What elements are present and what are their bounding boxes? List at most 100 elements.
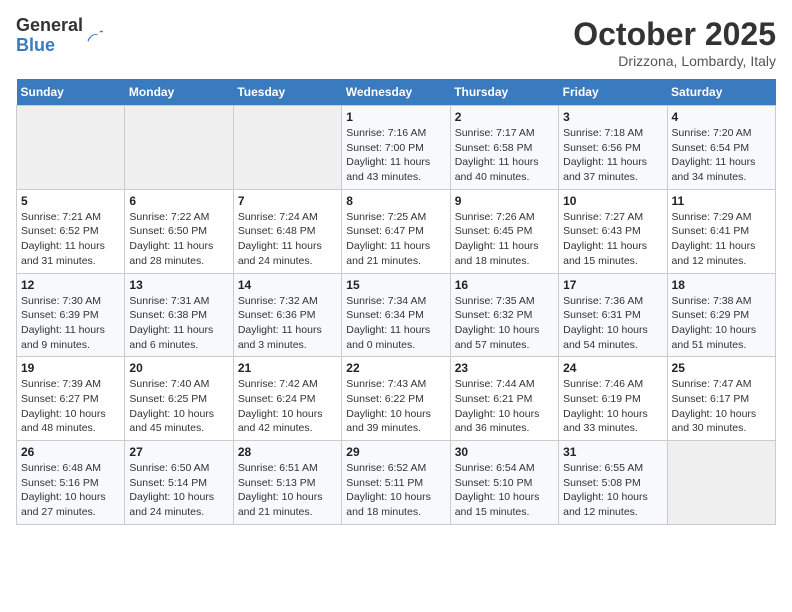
day-info: Sunrise: 6:54 AM Sunset: 5:10 PM Dayligh… (455, 461, 554, 520)
day-info: Sunrise: 7:18 AM Sunset: 6:56 PM Dayligh… (563, 126, 662, 185)
day-cell: 17 Sunrise: 7:36 AM Sunset: 6:31 PM Dayli… (559, 273, 667, 357)
day-number: 12 (21, 278, 120, 292)
day-number: 11 (672, 194, 771, 208)
day-number: 25 (672, 361, 771, 375)
day-cell: 2 Sunrise: 7:17 AM Sunset: 6:58 PM Daylig… (450, 106, 558, 190)
day-cell: 28 Sunrise: 6:51 AM Sunset: 5:13 PM Dayli… (233, 441, 341, 525)
day-number: 2 (455, 110, 554, 124)
day-number: 31 (563, 445, 662, 459)
day-info: Sunrise: 7:36 AM Sunset: 6:31 PM Dayligh… (563, 294, 662, 353)
week-row: 1Sunrise: 7:16 AM Sunset: 7:00 PM Daylig… (17, 106, 776, 190)
day-info: Sunrise: 7:42 AM Sunset: 6:24 PM Dayligh… (238, 377, 337, 436)
title-block: October 2025 Drizzona, Lombardy, Italy (573, 16, 776, 69)
day-number: 28 (238, 445, 337, 459)
day-cell: 8 Sunrise: 7:25 AM Sunset: 6:47 PM Daylig… (342, 189, 450, 273)
day-number: 8 (346, 194, 445, 208)
day-info: Sunrise: 6:50 AM Sunset: 5:14 PM Dayligh… (129, 461, 228, 520)
day-cell: 3 Sunrise: 7:18 AM Sunset: 6:56 PM Daylig… (559, 106, 667, 190)
week-row: 12 Sunrise: 7:30 AM Sunset: 6:39 PM Dayli… (17, 273, 776, 357)
day-info: Sunrise: 7:21 AM Sunset: 6:52 PM Dayligh… (21, 210, 120, 269)
day-number: 10 (563, 194, 662, 208)
day-number: 4 (672, 110, 771, 124)
header-day: Monday (125, 79, 233, 106)
day-info: Sunrise: 7:40 AM Sunset: 6:25 PM Dayligh… (129, 377, 228, 436)
day-cell (233, 106, 341, 190)
logo-general: General (16, 16, 83, 36)
calendar-table: SundayMondayTuesdayWednesdayThursdayFrid… (16, 79, 776, 525)
day-number: 29 (346, 445, 445, 459)
day-cell: 20 Sunrise: 7:40 AM Sunset: 6:25 PM Dayli… (125, 357, 233, 441)
day-number: 6 (129, 194, 228, 208)
day-info: Sunrise: 7:20 AM Sunset: 6:54 PM Dayligh… (672, 126, 771, 185)
logo-blue: Blue (16, 36, 83, 56)
day-info: Sunrise: 6:55 AM Sunset: 5:08 PM Dayligh… (563, 461, 662, 520)
day-cell (17, 106, 125, 190)
header-day: Wednesday (342, 79, 450, 106)
day-number: 23 (455, 361, 554, 375)
day-number: 3 (563, 110, 662, 124)
day-cell: 27 Sunrise: 6:50 AM Sunset: 5:14 PM Dayli… (125, 441, 233, 525)
day-cell: 24Sunrise: 7:46 AM Sunset: 6:19 PM Dayli… (559, 357, 667, 441)
day-number: 30 (455, 445, 554, 459)
day-number: 21 (238, 361, 337, 375)
week-row: 19Sunrise: 7:39 AM Sunset: 6:27 PM Dayli… (17, 357, 776, 441)
day-cell: 25Sunrise: 7:47 AM Sunset: 6:17 PM Dayli… (667, 357, 775, 441)
day-cell: 12 Sunrise: 7:30 AM Sunset: 6:39 PM Dayli… (17, 273, 125, 357)
day-cell: 4 Sunrise: 7:20 AM Sunset: 6:54 PM Daylig… (667, 106, 775, 190)
day-cell: 15 Sunrise: 7:34 AM Sunset: 6:34 PM Dayli… (342, 273, 450, 357)
header-day: Sunday (17, 79, 125, 106)
day-number: 5 (21, 194, 120, 208)
day-number: 26 (21, 445, 120, 459)
day-number: 17 (563, 278, 662, 292)
day-cell (667, 441, 775, 525)
logo-icon (85, 26, 105, 46)
day-info: Sunrise: 6:51 AM Sunset: 5:13 PM Dayligh… (238, 461, 337, 520)
day-cell: 19Sunrise: 7:39 AM Sunset: 6:27 PM Dayli… (17, 357, 125, 441)
day-number: 19 (21, 361, 120, 375)
week-row: 5 Sunrise: 7:21 AM Sunset: 6:52 PM Daylig… (17, 189, 776, 273)
day-cell: 11Sunrise: 7:29 AM Sunset: 6:41 PM Dayli… (667, 189, 775, 273)
day-info: Sunrise: 7:24 AM Sunset: 6:48 PM Dayligh… (238, 210, 337, 269)
day-number: 20 (129, 361, 228, 375)
day-number: 7 (238, 194, 337, 208)
day-info: Sunrise: 7:30 AM Sunset: 6:39 PM Dayligh… (21, 294, 120, 353)
day-info: Sunrise: 7:17 AM Sunset: 6:58 PM Dayligh… (455, 126, 554, 185)
day-cell: 5 Sunrise: 7:21 AM Sunset: 6:52 PM Daylig… (17, 189, 125, 273)
day-info: Sunrise: 7:34 AM Sunset: 6:34 PM Dayligh… (346, 294, 445, 353)
day-cell: 10Sunrise: 7:27 AM Sunset: 6:43 PM Dayli… (559, 189, 667, 273)
week-row: 26Sunrise: 6:48 AM Sunset: 5:16 PM Dayli… (17, 441, 776, 525)
header-day: Thursday (450, 79, 558, 106)
day-cell: 1Sunrise: 7:16 AM Sunset: 7:00 PM Daylig… (342, 106, 450, 190)
day-info: Sunrise: 7:25 AM Sunset: 6:47 PM Dayligh… (346, 210, 445, 269)
day-info: Sunrise: 7:31 AM Sunset: 6:38 PM Dayligh… (129, 294, 228, 353)
day-info: Sunrise: 7:43 AM Sunset: 6:22 PM Dayligh… (346, 377, 445, 436)
page-header: General Blue October 2025 Drizzona, Lomb… (16, 16, 776, 69)
day-info: Sunrise: 7:22 AM Sunset: 6:50 PM Dayligh… (129, 210, 228, 269)
header-day: Friday (559, 79, 667, 106)
month-title: October 2025 (573, 16, 776, 53)
day-number: 27 (129, 445, 228, 459)
day-cell: 6 Sunrise: 7:22 AM Sunset: 6:50 PM Daylig… (125, 189, 233, 273)
day-cell (125, 106, 233, 190)
day-number: 22 (346, 361, 445, 375)
day-info: Sunrise: 7:38 AM Sunset: 6:29 PM Dayligh… (672, 294, 771, 353)
day-cell: 16Sunrise: 7:35 AM Sunset: 6:32 PM Dayli… (450, 273, 558, 357)
day-cell: 31 Sunrise: 6:55 AM Sunset: 5:08 PM Dayli… (559, 441, 667, 525)
day-number: 14 (238, 278, 337, 292)
day-number: 18 (672, 278, 771, 292)
day-cell: 22 Sunrise: 7:43 AM Sunset: 6:22 PM Dayli… (342, 357, 450, 441)
day-info: Sunrise: 7:44 AM Sunset: 6:21 PM Dayligh… (455, 377, 554, 436)
header-day: Saturday (667, 79, 775, 106)
day-cell: 14Sunrise: 7:32 AM Sunset: 6:36 PM Dayli… (233, 273, 341, 357)
day-cell: 18 Sunrise: 7:38 AM Sunset: 6:29 PM Dayli… (667, 273, 775, 357)
location: Drizzona, Lombardy, Italy (573, 53, 776, 69)
header-row: SundayMondayTuesdayWednesdayThursdayFrid… (17, 79, 776, 106)
day-info: Sunrise: 7:35 AM Sunset: 6:32 PM Dayligh… (455, 294, 554, 353)
day-cell: 21 Sunrise: 7:42 AM Sunset: 6:24 PM Dayli… (233, 357, 341, 441)
day-info: Sunrise: 7:26 AM Sunset: 6:45 PM Dayligh… (455, 210, 554, 269)
day-cell: 13Sunrise: 7:31 AM Sunset: 6:38 PM Dayli… (125, 273, 233, 357)
day-cell: 30 Sunrise: 6:54 AM Sunset: 5:10 PM Dayli… (450, 441, 558, 525)
day-cell: 23 Sunrise: 7:44 AM Sunset: 6:21 PM Dayli… (450, 357, 558, 441)
day-number: 24 (563, 361, 662, 375)
day-number: 15 (346, 278, 445, 292)
